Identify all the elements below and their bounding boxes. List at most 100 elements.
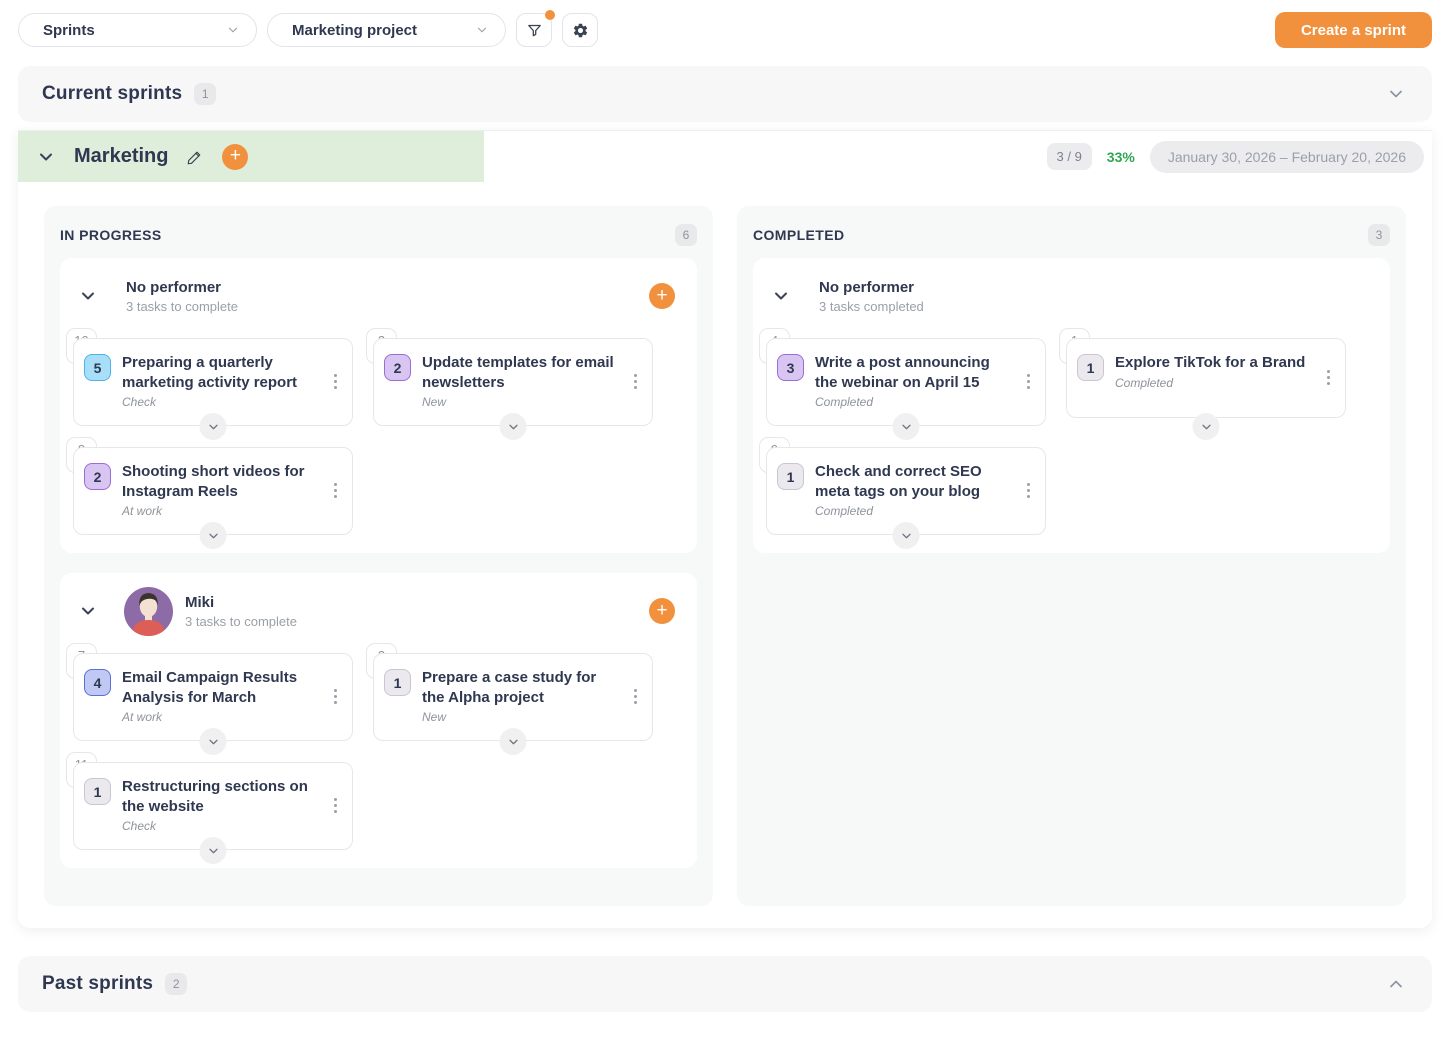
expand-icon — [206, 844, 220, 858]
task-card-body: Prepare a case study for the Alpha proje… — [422, 668, 616, 724]
task-title: Email Campaign Results Analysis for Marc… — [122, 668, 316, 707]
task-menu-button[interactable] — [329, 369, 342, 394]
group-header: No performer 3 tasks completed — [753, 258, 1390, 328]
task-status: Completed — [1115, 376, 1309, 390]
chevron-down-icon[interactable] — [1386, 84, 1406, 104]
group-name: Miki — [185, 594, 297, 611]
filter-button[interactable] — [516, 13, 552, 47]
task-expand-button[interactable] — [200, 522, 227, 549]
task-title: Update templates for email newsletters — [422, 353, 616, 392]
group-collapse-button[interactable] — [74, 597, 102, 625]
group-name: No performer — [819, 279, 924, 296]
task-card[interactable]: 1 Explore TikTok for a Brand Completed — [1066, 338, 1346, 418]
task-card-wrap: 22Update templates for email newsletters… — [373, 338, 653, 426]
priority-badge: 4 — [84, 669, 111, 696]
task-card-wrap: 111Restructuring sections on the website… — [73, 762, 353, 850]
performer-group: No performer 3 tasks to complete +105Prepa… — [60, 258, 697, 553]
column-count: 6 — [675, 224, 697, 246]
expand-icon — [206, 420, 220, 434]
task-expand-button[interactable] — [893, 413, 920, 440]
task-expand-button[interactable] — [500, 728, 527, 755]
task-card-body: Shooting short videos for Instagram Reel… — [122, 462, 316, 518]
past-sprints-bar[interactable]: Past sprints 2 — [18, 956, 1432, 1012]
sprints-select-value: Sprints — [43, 22, 95, 39]
task-card-body: Explore TikTok for a Brand Completed — [1115, 353, 1309, 401]
task-status: At work — [122, 504, 316, 518]
group-subtitle: 3 tasks to complete — [126, 299, 238, 314]
task-card-body: Restructuring sections on the websiteChe… — [122, 777, 316, 833]
column-completed: COMPLETED3No performer3 tasks completed4… — [737, 206, 1406, 906]
sprint-card-marketing: Marketing + 3 / 9 33% January 30, 2026 –… — [18, 130, 1432, 928]
settings-button[interactable] — [562, 13, 598, 47]
task-status: Check — [122, 819, 316, 833]
past-sprints-title: Past sprints — [42, 973, 153, 995]
sprint-header-right: 3 / 9 33% January 30, 2026 – February 20… — [1047, 141, 1433, 173]
task-expand-button[interactable] — [200, 728, 227, 755]
group-collapse-button[interactable] — [74, 282, 102, 310]
group-header: No performer 3 tasks to complete + — [60, 258, 697, 328]
task-menu-button[interactable] — [629, 369, 642, 394]
cards-grid: 74Email Campaign Results Analysis for Ma… — [60, 643, 697, 868]
task-expand-button[interactable] — [1193, 413, 1220, 440]
sprint-progress-ratio: 3 / 9 — [1047, 143, 1092, 170]
current-sprints-title: Current sprints — [42, 83, 182, 105]
group-subtitle: 3 tasks completed — [819, 299, 924, 314]
chevron-up-icon[interactable] — [1386, 974, 1406, 994]
priority-badge: 1 — [1077, 354, 1104, 381]
chevron-down-icon — [78, 286, 98, 306]
column-title: IN PROGRESS — [60, 227, 162, 243]
expand-icon — [899, 529, 913, 543]
add-task-button[interactable]: + — [649, 283, 675, 309]
edit-sprint-button[interactable] — [182, 144, 208, 170]
expand-icon — [899, 420, 913, 434]
settings-icon — [572, 22, 589, 39]
project-select-value: Marketing project — [292, 22, 417, 39]
column-count: 3 — [1368, 224, 1390, 246]
task-status: New — [422, 395, 616, 409]
priority-badge: 1 — [384, 669, 411, 696]
task-title: Check and correct SEO meta tags on your … — [815, 462, 1009, 501]
task-title: Explore TikTok for a Brand — [1115, 353, 1309, 373]
expand-icon — [506, 735, 520, 749]
group-name: No performer — [126, 279, 238, 296]
add-task-button[interactable]: + — [649, 598, 675, 624]
task-card-body: Email Campaign Results Analysis for Marc… — [122, 668, 316, 724]
task-menu-button[interactable] — [329, 478, 342, 503]
task-expand-button[interactable] — [500, 413, 527, 440]
task-card-wrap: 43Write a post announcing the webinar on… — [766, 338, 1046, 426]
column-header-in-progress: IN PROGRESS 6 — [44, 206, 713, 258]
task-expand-button[interactable] — [200, 413, 227, 440]
expand-icon — [206, 735, 220, 749]
group-info: Miki3 tasks to complete — [185, 594, 297, 629]
sprint-name: Marketing — [74, 145, 168, 168]
sprint-collapse-button[interactable] — [32, 143, 60, 171]
task-menu-button[interactable] — [1022, 478, 1035, 503]
sprint-date-range: January 30, 2026 – February 20, 2026 — [1150, 141, 1424, 173]
task-expand-button[interactable] — [893, 522, 920, 549]
task-menu-button[interactable] — [1322, 365, 1335, 390]
task-card-wrap: 74Email Campaign Results Analysis for Ma… — [73, 653, 353, 741]
cards-grid: 105Preparing a quarterly marketing activ… — [60, 328, 697, 553]
expand-icon — [1199, 420, 1213, 434]
add-task-sprint-button[interactable]: + — [222, 144, 248, 170]
task-menu-button[interactable] — [1022, 369, 1035, 394]
group-collapse-button[interactable] — [767, 282, 795, 310]
chevron-down-icon — [226, 23, 240, 37]
task-card-wrap: 31Prepare a case study for the Alpha pro… — [373, 653, 653, 741]
filter-icon — [526, 22, 543, 39]
create-sprint-button[interactable]: Create a sprint — [1275, 12, 1432, 48]
sprint-header: Marketing + 3 / 9 33% January 30, 2026 –… — [18, 130, 1432, 182]
group-header: Miki3 tasks to complete + — [60, 573, 697, 643]
current-sprints-bar[interactable]: Current sprints 1 — [18, 66, 1432, 122]
performer-group: No performer 3 tasks completed 43Write a p… — [753, 258, 1390, 553]
task-expand-button[interactable] — [200, 837, 227, 864]
task-menu-button[interactable] — [329, 684, 342, 709]
chevron-down-icon — [36, 147, 56, 167]
performer-group: Miki3 tasks to complete +74Email Campaign… — [60, 573, 697, 868]
cards-grid: 43Write a post announcing the webinar on… — [753, 328, 1390, 553]
sprints-select[interactable]: Sprints — [18, 13, 257, 47]
task-status: At work — [122, 710, 316, 724]
task-menu-button[interactable] — [629, 684, 642, 709]
task-menu-button[interactable] — [329, 793, 342, 818]
project-select[interactable]: Marketing project — [267, 13, 506, 47]
